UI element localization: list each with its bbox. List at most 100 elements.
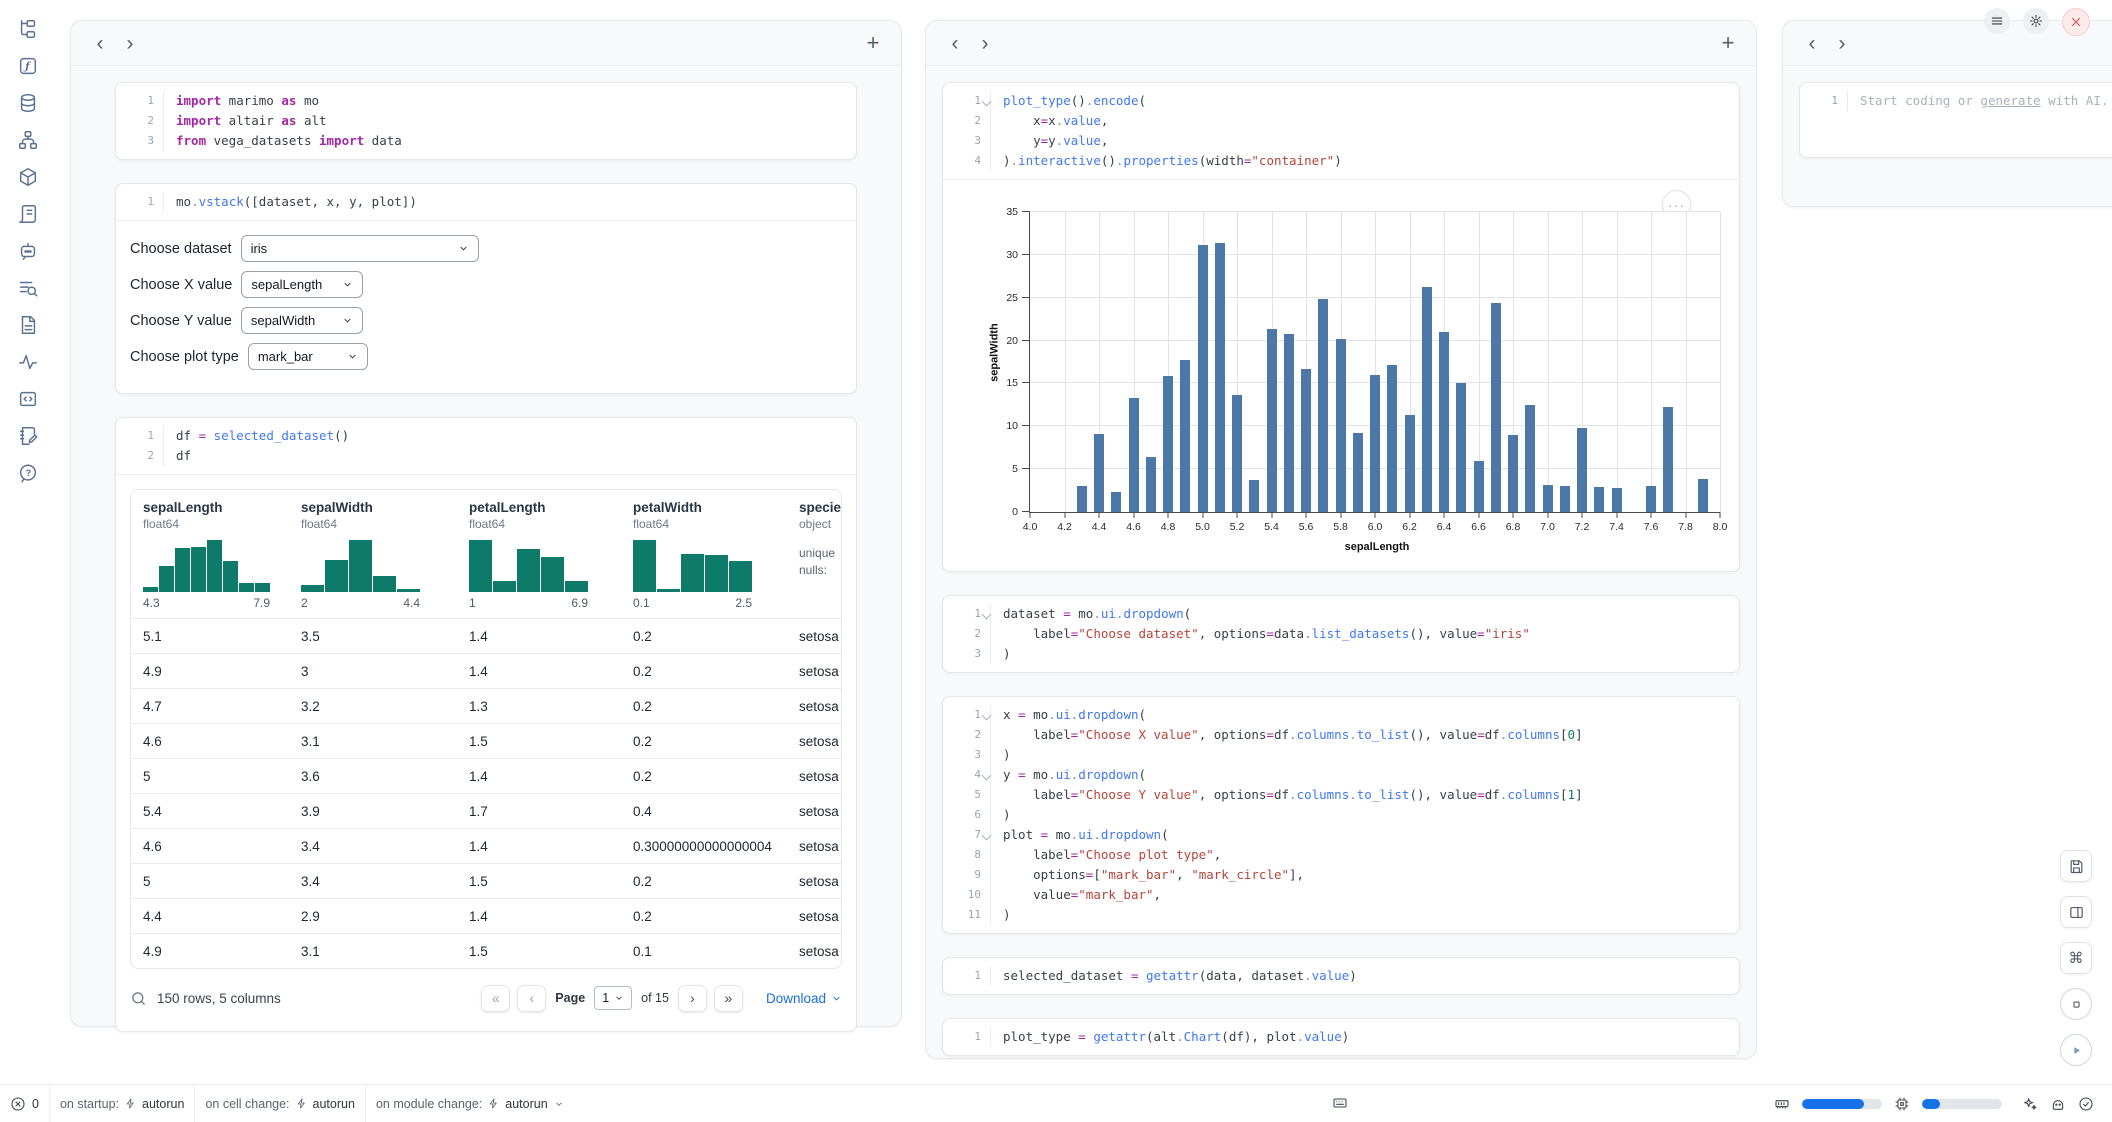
code-line[interactable]: 1plot_type().encode( [943, 91, 1739, 111]
add-cell-button[interactable]: + [1714, 29, 1742, 57]
table-row[interactable]: 53.61.40.2setosa [131, 758, 841, 793]
bar-chart[interactable]: 4.04.24.44.64.85.05.25.45.65.86.06.26.46… [1029, 212, 1720, 513]
table-row[interactable]: 4.931.40.2setosa [131, 653, 841, 688]
table-row[interactable]: 5.13.51.40.2setosa [131, 618, 841, 653]
fold-chevron-icon[interactable] [982, 771, 992, 781]
code-line[interactable]: 6) [943, 805, 1739, 825]
editor-placeholder[interactable]: Start coding or generate with AI. [1847, 91, 2112, 111]
on-startup-setting[interactable]: on startup: autorun [50, 1085, 194, 1122]
scroll-left-button[interactable]: ‹ [1797, 29, 1827, 57]
code-line[interactable]: 3from vega_datasets import data [116, 131, 856, 151]
errors-indicator[interactable]: 0 [0, 1085, 49, 1122]
download-button[interactable]: Download [766, 991, 842, 1006]
scroll-text-icon[interactable] [16, 201, 41, 226]
activity-icon[interactable] [16, 349, 41, 374]
code-line[interactable]: 5 label="Choose Y value", options=df.col… [943, 785, 1739, 805]
kernel-icon[interactable] [2050, 1096, 2066, 1112]
code-line[interactable]: 2 x=x.value, [943, 111, 1739, 131]
code-line[interactable]: 1x = mo.ui.dropdown( [943, 705, 1739, 725]
dropdown-choose-plot-type[interactable]: mark_bar [248, 343, 368, 370]
table-column-header[interactable]: sepalLengthfloat644.37.9 [143, 500, 301, 610]
code-line[interactable]: 3) [943, 644, 1739, 664]
dropdown-choose-y-value[interactable]: sepalWidth [241, 307, 363, 334]
code-line[interactable]: 1import marimo as mo [116, 91, 856, 111]
shortcuts-button[interactable]: ⌘ [2060, 942, 2092, 974]
code-line[interactable]: 7plot = mo.ui.dropdown( [943, 825, 1739, 845]
file-text-icon[interactable] [16, 312, 41, 337]
run-button[interactable] [2060, 1034, 2092, 1066]
table-row[interactable]: 4.63.41.40.30000000000000004setosa [131, 828, 841, 863]
dropdown-choose-x-value[interactable]: sepalLength [241, 271, 363, 298]
database-icon[interactable] [16, 90, 41, 115]
code-line[interactable]: 9 options=["mark_bar", "mark_circle"], [943, 865, 1739, 885]
code-line[interactable]: 3) [943, 745, 1739, 765]
list-search-icon[interactable] [16, 275, 41, 300]
code-line[interactable]: 2 label="Choose dataset", options=data.l… [943, 624, 1739, 644]
dropdown-choose-dataset[interactable]: iris [241, 235, 479, 262]
generate-link[interactable]: generate [1980, 93, 2040, 108]
connected-check-icon[interactable] [2078, 1096, 2094, 1112]
plot-type-cell[interactable]: 1plot_type = getattr(alt.Chart(df), plot… [942, 1018, 1740, 1056]
table-row[interactable]: 4.73.21.30.2setosa [131, 688, 841, 723]
workflow-icon[interactable] [16, 127, 41, 152]
scroll-right-button[interactable]: › [115, 29, 145, 57]
notebook-pen-icon[interactable] [16, 423, 41, 448]
code-line[interactable]: 1plot_type = getattr(alt.Chart(df), plot… [943, 1027, 1739, 1047]
table-column-header[interactable]: petalLengthfloat6416.9 [469, 500, 633, 610]
fold-chevron-icon[interactable] [982, 711, 992, 721]
scroll-left-button[interactable]: ‹ [940, 29, 970, 57]
table-row[interactable]: 4.93.11.50.1setosa [131, 933, 841, 968]
imports-cell[interactable]: 1import marimo as mo2import altair as al… [115, 82, 857, 160]
first-page-button[interactable]: « [481, 985, 510, 1012]
on-cell-change-setting[interactable]: on cell change: autorun [195, 1085, 365, 1122]
table-row[interactable]: 4.63.11.50.2setosa [131, 723, 841, 758]
save-button[interactable] [2060, 850, 2092, 882]
package-icon[interactable] [16, 164, 41, 189]
code-block-icon[interactable] [16, 386, 41, 411]
empty-editor-cell[interactable]: 1 Start coding or generate with AI. [1799, 82, 2112, 158]
code-line[interactable]: 4).interactive().properties(width="conta… [943, 151, 1739, 171]
dataframe-cell[interactable]: 1df = selected_dataset()2df sepalLengthf… [115, 417, 857, 1032]
on-module-change-setting[interactable]: on module change: autorun [366, 1085, 574, 1122]
scroll-left-button[interactable]: ‹ [85, 29, 115, 57]
code-line[interactable]: 4y = mo.ui.dropdown( [943, 765, 1739, 785]
xy-plot-dropdown-cell[interactable]: 1x = mo.ui.dropdown(2 label="Choose X va… [942, 696, 1740, 934]
next-page-button[interactable]: › [678, 985, 707, 1012]
table-column-header[interactable]: sepalWidthfloat6424.4 [301, 500, 469, 610]
fold-chevron-icon[interactable] [982, 97, 992, 107]
code-line[interactable]: 1df = selected_dataset() [116, 426, 856, 446]
function-square-icon[interactable]: ƒ [16, 53, 41, 78]
table-row[interactable]: 5.43.91.70.4setosa [131, 793, 841, 828]
menu-button[interactable] [1984, 8, 2010, 34]
code-line[interactable]: 10 value="mark_bar", [943, 885, 1739, 905]
dataset-dropdown-cell[interactable]: 1dataset = mo.ui.dropdown(2 label="Choos… [942, 595, 1740, 673]
help-circle-icon[interactable]: ? [16, 460, 41, 485]
settings-button[interactable] [2023, 8, 2049, 34]
interrupt-button[interactable] [2060, 988, 2092, 1020]
file-tree-icon[interactable] [16, 16, 41, 41]
code-line[interactable]: 3 y=y.value, [943, 131, 1739, 151]
code-line[interactable]: 1selected_dataset = getattr(data, datase… [943, 966, 1739, 986]
code-line[interactable]: 2 label="Choose X value", options=df.col… [943, 725, 1739, 745]
layout-button[interactable] [2060, 896, 2092, 928]
page-select[interactable]: 1 [594, 986, 632, 1010]
fold-chevron-icon[interactable] [982, 610, 992, 620]
plot-cell[interactable]: 1plot_type().encode(2 x=x.value,3 y=y.va… [942, 82, 1740, 572]
search-icon[interactable] [130, 990, 147, 1007]
bot-message-icon[interactable] [16, 238, 41, 263]
table-column-header[interactable]: petalWidthfloat640.12.5 [633, 500, 799, 610]
close-button[interactable] [2062, 8, 2090, 36]
code-line[interactable]: 8 label="Choose plot type", [943, 845, 1739, 865]
code-line[interactable]: 11) [943, 905, 1739, 925]
ai-sparkles-icon[interactable] [2022, 1096, 2038, 1112]
add-cell-button[interactable]: + [859, 29, 887, 57]
fold-chevron-icon[interactable] [982, 831, 992, 841]
table-column-header[interactable]: speciesobjectuniquenulls: [799, 500, 842, 610]
last-page-button[interactable]: » [714, 985, 743, 1012]
selected-dataset-cell[interactable]: 1selected_dataset = getattr(data, datase… [942, 957, 1740, 995]
code-line[interactable]: 1dataset = mo.ui.dropdown( [943, 604, 1739, 624]
code-line[interactable]: 1mo.vstack([dataset, x, y, plot]) [116, 192, 856, 212]
vstack-cell[interactable]: 1mo.vstack([dataset, x, y, plot]) Choose… [115, 183, 857, 394]
code-line[interactable]: 2df [116, 446, 856, 466]
code-line[interactable]: 2import altair as alt [116, 111, 856, 131]
